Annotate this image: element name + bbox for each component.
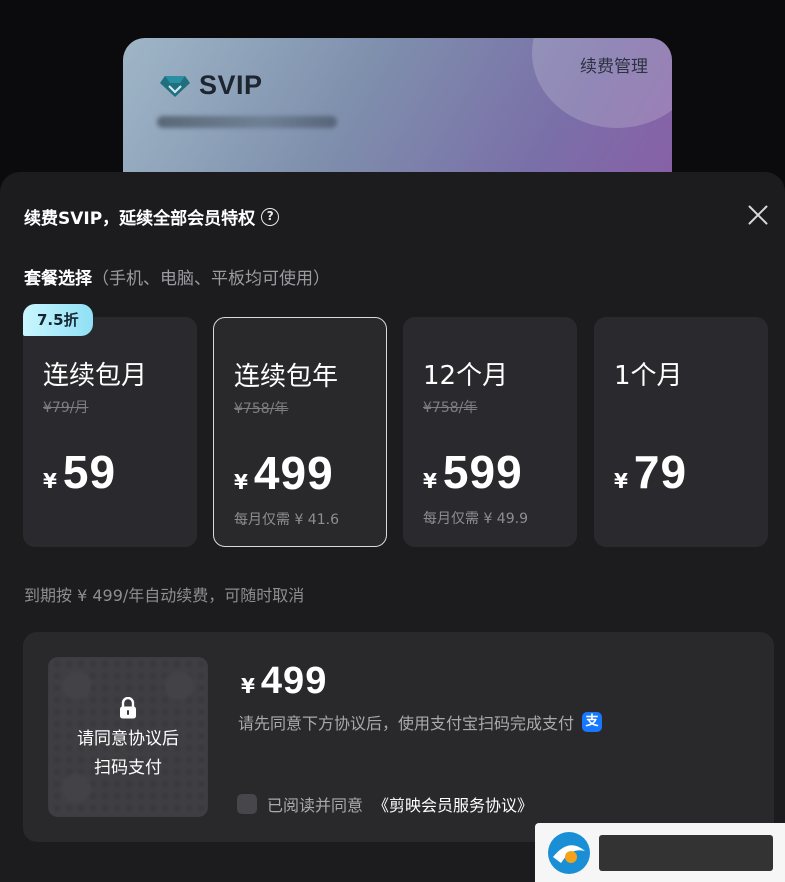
svip-logo: SVIP xyxy=(159,70,263,101)
plan-name: 12个月 xyxy=(423,361,509,391)
auto-renew-note: 到期按 ¥ 499/年自动续费，可随时取消 xyxy=(24,586,305,605)
plan-card-yearly-auto[interactable]: 连续包年 ¥758/年 ¥ 499 每月仅需 ¥ 41.6 xyxy=(213,317,387,547)
currency-symbol: ¥ xyxy=(241,674,255,698)
plan-original-price: ¥79/月 xyxy=(43,400,89,416)
plan-card-monthly-auto[interactable]: 7.5折 连续包月 ¥79/月 ¥ 59 xyxy=(23,304,197,547)
svip-title: SVIP xyxy=(199,70,263,100)
qr-code-placeholder: 请同意协议后 扫码支付 xyxy=(48,657,208,817)
modal-title: 续费SVIP，延续全部会员特权 ? xyxy=(24,204,280,229)
agreement-text: 已阅读并同意 xyxy=(267,796,364,815)
lock-icon xyxy=(120,697,136,719)
currency-symbol: ¥ xyxy=(614,469,628,493)
plan-name: 1个月 xyxy=(614,361,683,391)
modal-title-text: 续费SVIP，延续全部会员特权 xyxy=(24,209,256,229)
site-watermark-logo xyxy=(535,823,785,882)
discount-badge: 7.5折 xyxy=(23,304,93,336)
help-icon[interactable]: ? xyxy=(261,207,280,226)
payment-instruction: 请先同意下方协议后，使用支付宝扫码完成支付 支 xyxy=(238,710,603,734)
payment-amount: ¥ 499 xyxy=(241,660,327,703)
plan-price: ¥ 499 xyxy=(234,446,334,500)
renewal-management-link[interactable]: 续费管理 xyxy=(580,52,648,77)
agreement-checkbox[interactable] xyxy=(237,794,257,814)
plan-name: 连续包年 xyxy=(234,362,339,392)
payment-instruction-text: 请先同意下方协议后，使用支付宝扫码完成支付 xyxy=(238,714,575,733)
plan-price: ¥ 79 xyxy=(614,445,687,499)
qr-text-line2: 扫码支付 xyxy=(94,758,162,778)
diamond-icon xyxy=(160,75,190,97)
plan-monthly-price: 每月仅需 ¥ 49.9 xyxy=(423,511,528,527)
plan-name: 连续包月 xyxy=(43,361,148,391)
qr-text-line1: 请同意协议后 xyxy=(77,729,179,749)
plan-list: 7.5折 连续包月 ¥79/月 ¥ 59 连续包年 ¥758/年 ¥ 499 每… xyxy=(23,304,769,547)
plan-monthly-price: 每月仅需 ¥ 41.6 xyxy=(234,512,339,528)
plan-original-price: ¥758/年 xyxy=(423,400,478,416)
watermark-logo-icon xyxy=(548,832,773,874)
plan-section-label: 套餐选择（手机、电脑、平板均可使用） xyxy=(24,264,330,289)
renewal-modal: 续费SVIP，延续全部会员特权 ? 套餐选择（手机、电脑、平板均可使用） 7.5… xyxy=(0,172,785,882)
qr-overlay-text: 请同意协议后 扫码支付 xyxy=(48,725,208,783)
plan-section-subtitle: （手机、电脑、平板均可使用） xyxy=(92,269,330,289)
currency-symbol: ¥ xyxy=(423,469,437,493)
alipay-icon: 支 xyxy=(582,712,603,732)
plan-section-title: 套餐选择 xyxy=(24,269,92,289)
plan-price-amount: 79 xyxy=(633,446,688,498)
plan-price: ¥ 599 xyxy=(423,445,523,499)
payment-amount-value: 499 xyxy=(260,660,328,702)
plan-price: ¥ 59 xyxy=(43,445,116,499)
currency-symbol: ¥ xyxy=(43,469,57,493)
close-icon[interactable] xyxy=(745,202,771,228)
plan-card-1-month[interactable]: 1个月 ¥ 79 xyxy=(594,317,768,547)
agreement-link[interactable]: 《剪映会员服务协议》 xyxy=(373,792,533,816)
plan-price-amount: 59 xyxy=(62,446,117,498)
plan-original-price: ¥758/年 xyxy=(234,401,289,417)
blurred-account-info xyxy=(157,116,337,128)
page: SVIP 续费管理 续费SVIP，延续全部会员特权 ? 套餐选择（手机、电脑、平… xyxy=(0,0,785,882)
payment-panel: 请同意协议后 扫码支付 ¥ 499 请先同意下方协议后，使用支付宝扫码完成支付 … xyxy=(23,632,774,842)
plan-price-amount: 599 xyxy=(442,446,523,498)
plan-price-amount: 499 xyxy=(253,447,334,499)
agreement-row: 已阅读并同意 《剪映会员服务协议》 xyxy=(237,792,533,816)
plan-card-12-months[interactable]: 12个月 ¥758/年 ¥ 599 每月仅需 ¥ 49.9 xyxy=(403,317,577,547)
currency-symbol: ¥ xyxy=(234,470,248,494)
